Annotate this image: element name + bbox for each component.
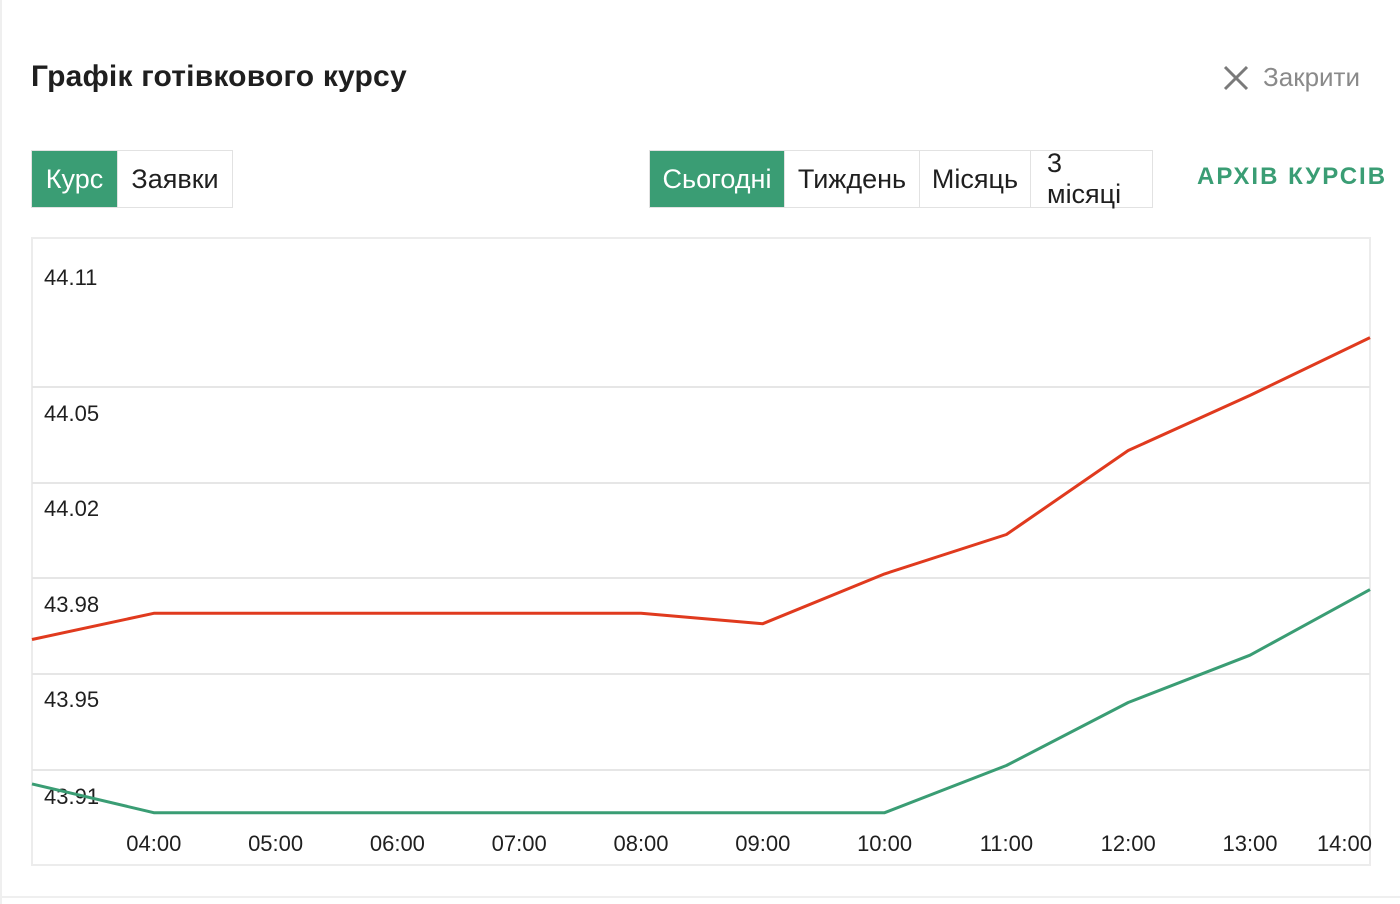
y-tick-label: 44.11 [44, 265, 97, 290]
x-tick-label: 10:00 [857, 831, 912, 856]
x-tick-label: 11:00 [980, 831, 1033, 856]
x-tick-label: 13:00 [1222, 831, 1277, 856]
chart-grid [31, 237, 1371, 866]
y-tick-label: 44.02 [44, 496, 99, 521]
y-tick-label: 44.05 [44, 401, 99, 426]
chart-lines [31, 336, 1371, 815]
x-tick-label: 04:00 [126, 831, 181, 856]
x-tick-label: 08:00 [613, 831, 668, 856]
chart-svg: 44.1144.0544.0243.9843.9543.91 04:00 05:0… [31, 237, 1372, 866]
y-tick-label: 43.98 [44, 592, 99, 617]
x-tick-label: 07:00 [492, 831, 547, 856]
rate-chart: 44.11 44.05 44.02 43.98 43.95 43.91 04:00 05:0… [0, 0, 1400, 904]
y-tick-label: 43.95 [44, 687, 99, 712]
x-tick-label: 09:00 [735, 831, 790, 856]
y-axis-ticks: 44.1144.0544.0243.9843.9543.91 [44, 265, 99, 809]
x-tick-label: 14:00 [1317, 831, 1372, 856]
series-line-1 [31, 588, 1371, 815]
x-axis-ticks: 04:00 05:00 06:00 07:00 08:00 09:00 10:00 11:00… [126, 831, 1372, 856]
x-tick-label: 06:00 [370, 831, 425, 856]
x-tick-label: 12:00 [1101, 831, 1156, 856]
x-tick-label: 05:00 [248, 831, 303, 856]
series-line-0 [31, 336, 1371, 641]
